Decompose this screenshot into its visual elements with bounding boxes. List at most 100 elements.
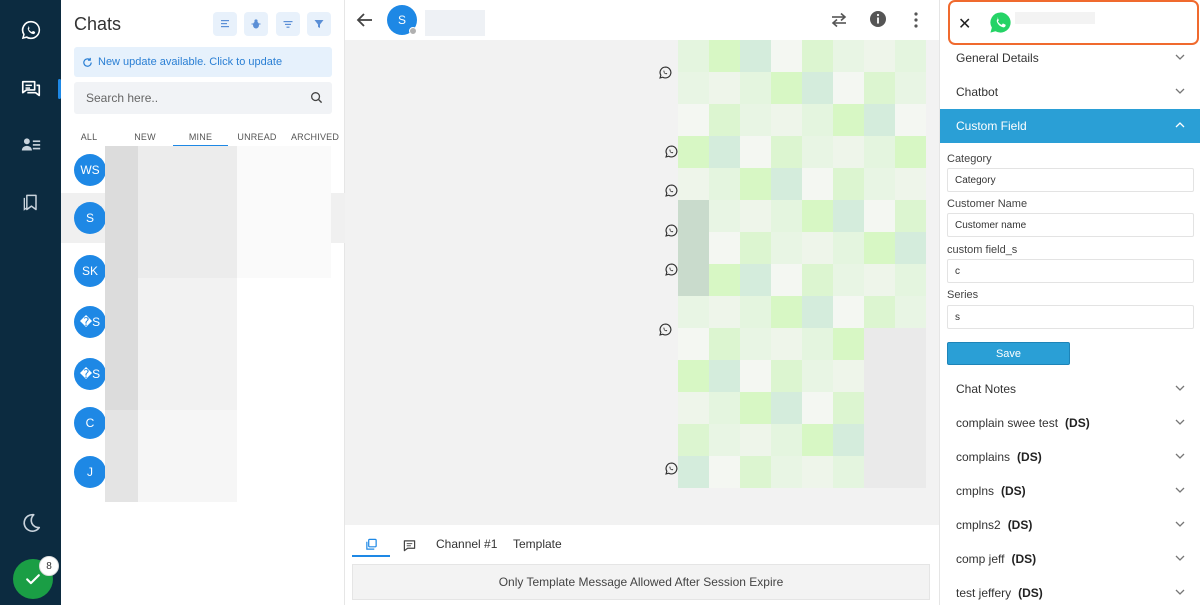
mosaic-tile bbox=[171, 311, 204, 344]
mosaic-tile bbox=[864, 232, 895, 264]
chevron-down-icon bbox=[1175, 555, 1185, 561]
chevron-up-icon bbox=[1175, 122, 1185, 128]
mosaic-tile bbox=[138, 212, 171, 245]
dark-mode-toggle[interactable] bbox=[0, 503, 61, 543]
mosaic-tile bbox=[270, 278, 303, 311]
conversation-footer: Channel #1 Template Only Template Messag… bbox=[345, 525, 939, 605]
close-icon[interactable]: ✕ bbox=[958, 14, 971, 34]
mosaic-tile bbox=[237, 146, 270, 179]
mosaic-tile bbox=[237, 212, 270, 245]
section-chat-notes[interactable]: Chat Notes bbox=[940, 372, 1200, 406]
mosaic-tile bbox=[771, 264, 802, 296]
note-title: complains bbox=[956, 450, 1011, 464]
mosaic-tile bbox=[270, 146, 303, 179]
mosaic-tile bbox=[204, 245, 237, 278]
mosaic-tile bbox=[303, 476, 331, 502]
mosaic-tile bbox=[802, 264, 833, 296]
tab-new[interactable]: NEW bbox=[117, 128, 173, 146]
mosaic-tile bbox=[303, 443, 331, 476]
back-arrow-icon[interactable] bbox=[355, 10, 375, 30]
mosaic-tile bbox=[771, 168, 802, 200]
redacted-channel-name bbox=[1015, 12, 1095, 24]
tab-unread[interactable]: UNREAD bbox=[228, 128, 286, 146]
whatsapp-icon bbox=[21, 20, 40, 40]
tab-channel[interactable]: Channel #1 bbox=[436, 537, 497, 551]
mosaic-tile bbox=[270, 410, 303, 443]
mosaic-tile bbox=[802, 296, 833, 328]
mosaic-tile bbox=[833, 360, 864, 392]
info-icon[interactable] bbox=[869, 10, 887, 28]
tab-message[interactable] bbox=[390, 533, 428, 557]
bookmark-icon bbox=[23, 194, 37, 211]
mosaic-tile bbox=[270, 344, 303, 377]
mosaic-tile bbox=[864, 296, 895, 328]
mosaic-tile bbox=[204, 344, 237, 377]
contact-avatar: S bbox=[74, 202, 106, 234]
mosaic-tile bbox=[303, 245, 331, 278]
note-title: complain swee test bbox=[956, 416, 1059, 430]
bot-filter-button[interactable] bbox=[244, 12, 268, 36]
section-custom-field[interactable]: Custom Field bbox=[940, 109, 1200, 143]
mosaic-tile bbox=[204, 476, 237, 502]
mosaic-tile bbox=[864, 200, 895, 232]
note-item[interactable]: cmplns (DS) bbox=[940, 474, 1200, 508]
mosaic-tile bbox=[833, 232, 864, 264]
tab-archived[interactable]: ARCHIVED bbox=[286, 128, 344, 146]
mosaic-tile bbox=[709, 104, 740, 136]
mosaic-tile bbox=[138, 476, 171, 502]
chevron-down-icon bbox=[1175, 54, 1185, 60]
note-item[interactable]: complains (DS) bbox=[940, 440, 1200, 474]
note-title: comp jeff bbox=[956, 552, 1005, 566]
mosaic-tile bbox=[237, 410, 270, 443]
more-vertical-icon[interactable] bbox=[911, 11, 921, 29]
note-title: cmplns bbox=[956, 484, 995, 498]
field-label-series: Series bbox=[947, 289, 979, 301]
chat-search-input[interactable] bbox=[74, 82, 299, 114]
category-input[interactable] bbox=[947, 168, 1194, 192]
field-label-customer-name: Customer Name bbox=[947, 198, 1028, 210]
note-item[interactable]: test jeffery (DS) bbox=[940, 576, 1200, 605]
tab-all[interactable]: ALL bbox=[61, 128, 117, 146]
note-item[interactable]: comp jeff (DS) bbox=[940, 542, 1200, 576]
note-item[interactable]: complain swee test (DS) bbox=[940, 406, 1200, 440]
sort-button[interactable] bbox=[213, 12, 237, 36]
mosaic-tile bbox=[740, 168, 771, 200]
funnel-filter-button[interactable] bbox=[307, 12, 331, 36]
section-chatbot[interactable]: Chatbot bbox=[940, 75, 1200, 109]
contact-details-panel: ✕ General Details Chatbot Custom Field C… bbox=[939, 0, 1200, 605]
whatsapp-nav-button[interactable] bbox=[0, 10, 61, 50]
redacted-chat-previews bbox=[105, 146, 331, 502]
save-custom-fields-button[interactable]: Save bbox=[947, 342, 1070, 365]
series-input[interactable] bbox=[947, 305, 1194, 329]
update-available-banner[interactable]: New update available. Click to update bbox=[74, 47, 332, 77]
note-item[interactable]: cmplns2 (DS) bbox=[940, 508, 1200, 542]
mosaic-tile bbox=[864, 328, 895, 360]
conversation-header: S bbox=[345, 0, 939, 40]
list-filter-button[interactable] bbox=[276, 12, 300, 36]
tab-copy[interactable] bbox=[352, 533, 390, 557]
chevron-down-icon bbox=[1175, 453, 1185, 459]
mosaic-tile bbox=[895, 392, 926, 424]
swap-icon[interactable] bbox=[830, 11, 848, 29]
search-icon[interactable] bbox=[310, 91, 323, 104]
mosaic-tile bbox=[740, 424, 771, 456]
mosaic-tile bbox=[138, 278, 171, 311]
contacts-nav-button[interactable] bbox=[0, 125, 61, 165]
mosaic-tile bbox=[171, 146, 204, 179]
customer-name-input[interactable] bbox=[947, 213, 1194, 237]
mosaic-tile bbox=[740, 456, 771, 488]
mosaic-tile bbox=[270, 212, 303, 245]
mosaic-tile bbox=[678, 104, 709, 136]
tab-mine[interactable]: MINE bbox=[173, 128, 228, 146]
mosaic-tile bbox=[864, 424, 895, 456]
mosaic-tile bbox=[678, 456, 709, 488]
mosaic-tile bbox=[237, 476, 270, 502]
bookmarks-nav-button[interactable] bbox=[0, 182, 61, 222]
chats-nav-button[interactable] bbox=[0, 69, 61, 109]
tab-template[interactable]: Template bbox=[513, 537, 562, 551]
custom-field-s-input[interactable] bbox=[947, 259, 1194, 283]
search-box bbox=[74, 82, 332, 114]
mosaic-tile bbox=[303, 377, 331, 410]
section-general-details[interactable]: General Details bbox=[940, 41, 1200, 75]
mosaic-tile bbox=[709, 328, 740, 360]
